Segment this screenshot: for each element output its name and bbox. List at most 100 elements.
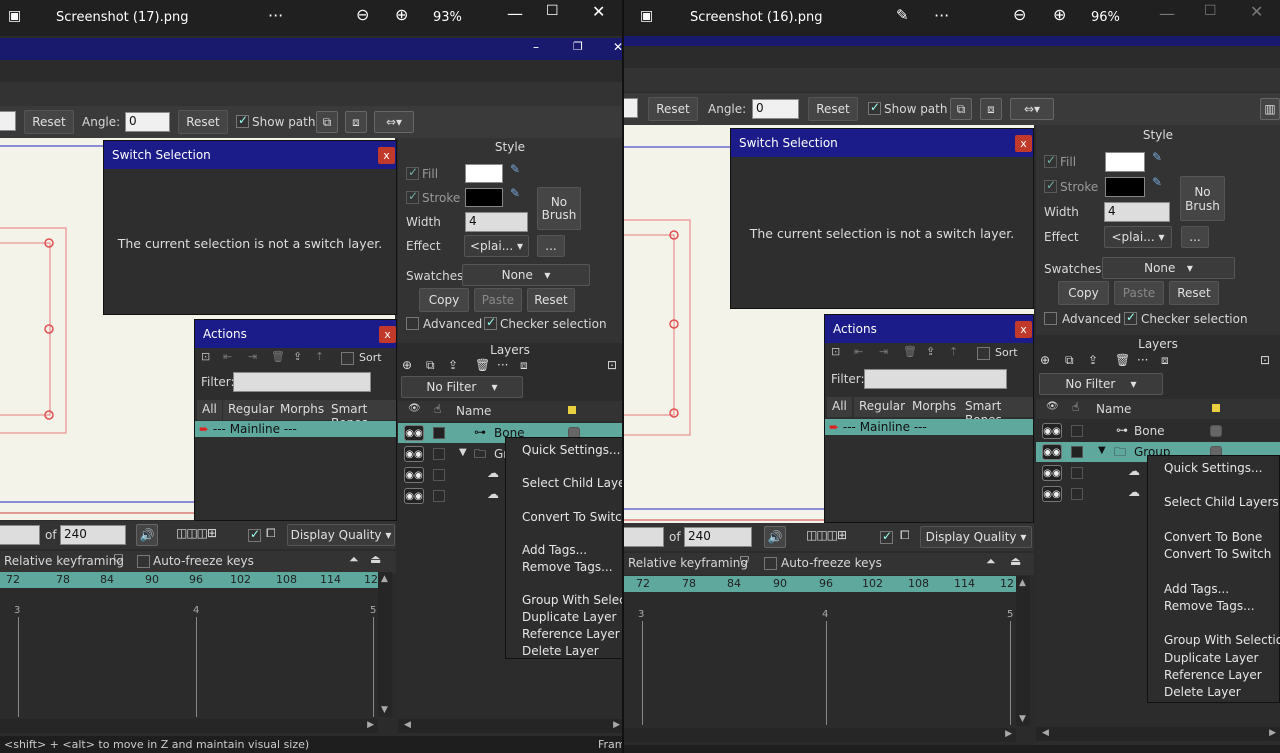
end-frame-input[interactable]: 240 xyxy=(60,525,126,545)
layer-select-box[interactable] xyxy=(433,490,445,502)
menu-remove-tags[interactable]: Remove Tags... xyxy=(1148,599,1279,613)
left-field-stub[interactable] xyxy=(624,98,638,118)
menu-duplicate-layer[interactable]: Duplicate Layer xyxy=(506,610,622,624)
angle-input[interactable]: 0 xyxy=(752,99,799,119)
layer-color-box[interactable] xyxy=(1210,425,1222,437)
eye-icon[interactable]: ◉◉ xyxy=(404,488,424,504)
actions-filter-input[interactable] xyxy=(864,369,1007,389)
menu-quick-settings[interactable]: Quick Settings... xyxy=(1148,461,1279,475)
app-minimize-icon[interactable]: – xyxy=(533,40,539,54)
action-b-icon[interactable]: ⇥ xyxy=(879,345,888,358)
advanced-checkbox[interactable] xyxy=(406,317,419,330)
expand-arrow-icon[interactable]: ▼ xyxy=(459,447,467,458)
eye-icon[interactable]: ◉◉ xyxy=(1042,423,1062,439)
effect-more-button[interactable]: ... xyxy=(1181,226,1209,248)
width-input[interactable]: 4 xyxy=(1104,202,1170,222)
menu-convert-to-switch[interactable]: Convert To Switch xyxy=(506,510,622,524)
layer-row-child-1[interactable]: ◉◉ ☁ xyxy=(398,465,508,485)
tab-all[interactable]: All xyxy=(197,400,222,420)
action-a-icon[interactable]: ⇤ xyxy=(223,350,232,363)
mainline-row[interactable]: ➨ --- Mainline --- xyxy=(195,421,396,437)
eye-icon[interactable]: ◉◉ xyxy=(404,425,424,441)
switch-dialog-close-button[interactable]: x xyxy=(1015,135,1032,152)
tab-morphs[interactable]: Morphs xyxy=(907,397,962,417)
tab-smart-bones[interactable]: Smart Bones xyxy=(960,397,1033,427)
delete-layer-icon[interactable]: 🗑 xyxy=(1115,353,1130,367)
actions-close-button[interactable]: x xyxy=(1015,321,1032,338)
zoom-out-icon[interactable]: ⊖ xyxy=(1013,5,1026,24)
timeline-hscroll[interactable]: ▶ xyxy=(624,728,1016,742)
menu-select-child-layers[interactable]: Select Child Layers xyxy=(506,476,622,490)
shield-icon[interactable]: ⛉ xyxy=(114,552,123,567)
layer-row-child-2[interactable]: ◉◉ ☁ xyxy=(398,486,508,506)
edit-image-icon[interactable]: ✎ xyxy=(896,6,909,24)
view-mode-icons[interactable]: ◫◫◫⊞ xyxy=(176,526,217,540)
action-a-icon[interactable]: ⇤ xyxy=(854,345,863,358)
layers-hscroll[interactable]: ◀ ▶ xyxy=(398,719,622,733)
maximize-icon[interactable]: ☐ xyxy=(546,3,559,19)
tab-morphs[interactable]: Morphs xyxy=(275,400,330,420)
menu-quick-settings[interactable]: Quick Settings... xyxy=(506,443,622,457)
layer-select-box[interactable] xyxy=(433,427,445,439)
style-reset-button[interactable]: Reset xyxy=(1169,281,1219,305)
sound-icon[interactable]: 🔊 xyxy=(136,524,158,546)
menu-delete-layer[interactable]: Delete Layer xyxy=(1148,685,1279,699)
checker-selection-checkbox[interactable] xyxy=(1124,310,1137,325)
eye-icon[interactable]: ◉◉ xyxy=(404,446,424,462)
action-delete-icon[interactable]: 🗑 xyxy=(903,345,917,358)
sound-icon[interactable]: 🔊 xyxy=(764,526,786,548)
layer-filter-dropdown[interactable]: No Filter ▾ xyxy=(401,376,523,398)
stroke-eyedropper-icon[interactable]: ✎ xyxy=(510,186,520,200)
layer-select-box[interactable] xyxy=(433,469,445,481)
timeline-vscroll[interactable]: ▲ ▼ xyxy=(378,572,392,717)
copy-button[interactable]: Copy xyxy=(1058,281,1109,305)
end-frame-input[interactable]: 240 xyxy=(684,527,752,547)
collapse-up-icon[interactable]: ⏶ xyxy=(986,554,996,569)
layers-more-icon[interactable]: ··· xyxy=(497,358,508,372)
fill-eyedropper-icon[interactable]: ✎ xyxy=(510,162,520,176)
menu-delete-layer[interactable]: Delete Layer xyxy=(506,644,622,658)
close-icon[interactable]: ✕ xyxy=(1250,2,1263,21)
swatches-dropdown[interactable]: None ▾ xyxy=(462,264,590,286)
layer-select-box[interactable] xyxy=(433,448,445,460)
action-d-icon[interactable]: ⇡ xyxy=(949,345,958,358)
more-icon[interactable]: ··· xyxy=(268,6,283,25)
expand-icon[interactable]: ⏏ xyxy=(370,552,381,566)
actions-close-button[interactable]: x xyxy=(379,326,396,343)
delete-layer-icon[interactable]: 🗑 xyxy=(475,358,490,372)
layers-hscroll[interactable]: ◀ ▶ xyxy=(1036,727,1280,741)
frame-icon[interactable]: ⧠ xyxy=(266,526,276,541)
current-frame-input[interactable] xyxy=(0,525,40,545)
tab-smart-bones[interactable]: Smart Bones xyxy=(326,400,396,430)
action-new-icon[interactable]: ⊡ xyxy=(201,350,210,363)
shield-icon[interactable]: ⛉ xyxy=(740,554,749,569)
import-layer-icon[interactable]: ⇪ xyxy=(1088,353,1098,367)
menu-reference-layer[interactable]: Reference Layer xyxy=(506,627,622,641)
quality-checkbox[interactable] xyxy=(880,529,893,544)
sort-checkbox[interactable] xyxy=(341,352,354,365)
menu-reference-layer[interactable]: Reference Layer xyxy=(1148,668,1279,682)
layer-icon-b[interactable]: ⧈ xyxy=(980,98,1002,120)
quality-checkbox[interactable] xyxy=(248,527,261,542)
layers-settings-icon[interactable]: ⊡ xyxy=(607,358,617,372)
layers-copy-icon[interactable]: ⧈ xyxy=(1161,353,1169,368)
auto-freeze-checkbox[interactable] xyxy=(137,555,150,568)
effect-more-button[interactable]: ... xyxy=(537,235,565,257)
frame-icon[interactable]: ⧠ xyxy=(900,528,910,543)
eye-icon[interactable]: ◉◉ xyxy=(1042,465,1062,481)
effect-dropdown[interactable]: <plai... ▾ xyxy=(464,235,529,257)
effect-dropdown[interactable]: <plai... ▾ xyxy=(1104,226,1172,248)
action-delete-icon[interactable]: 🗑 xyxy=(271,350,285,363)
menu-add-tags[interactable]: Add Tags... xyxy=(506,543,622,557)
left-field-stub[interactable] xyxy=(0,111,16,131)
timeline-hscroll[interactable]: ▶ xyxy=(0,719,378,733)
stroke-color-swatch[interactable] xyxy=(465,188,503,207)
layer-icon-a[interactable]: ⧉ xyxy=(316,111,338,133)
layer-select-box[interactable] xyxy=(1071,425,1083,437)
auto-freeze-checkbox[interactable] xyxy=(764,557,777,570)
advanced-checkbox[interactable] xyxy=(1044,312,1057,325)
menu-remove-tags[interactable]: Remove Tags... xyxy=(506,560,622,574)
menu-duplicate-layer[interactable]: Duplicate Layer xyxy=(1148,651,1279,665)
layer-row-bone[interactable]: ◉◉ ⊶ Bone xyxy=(1036,421,1280,441)
layers-settings-icon[interactable]: ⊡ xyxy=(1260,353,1270,367)
